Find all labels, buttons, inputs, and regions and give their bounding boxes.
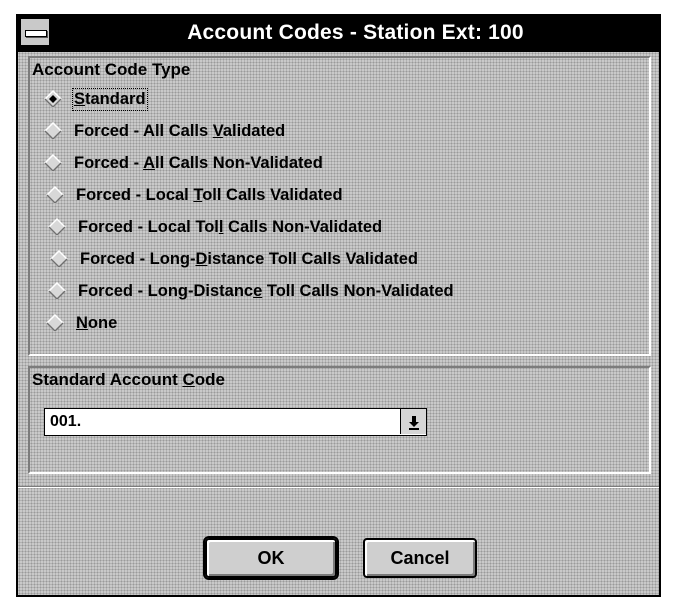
label-text-start: Forced - All Calls (74, 121, 213, 140)
radio-icon[interactable] (44, 154, 62, 172)
label-text-end: alidated (222, 121, 286, 140)
radio-option[interactable]: Forced - Long-Distance Toll Calls Valida… (50, 245, 418, 273)
label-mnemonic: D (195, 249, 208, 268)
standard-account-code-legend: Standard Account Code (32, 370, 225, 390)
label-text-end: tandard (85, 89, 146, 108)
account-code-type-legend: Account Code Type (32, 60, 191, 79)
label-mnemonic: A (143, 153, 155, 172)
radio-option-label: Forced - All Calls Validated (74, 122, 285, 141)
title-bar: Account Codes - Station Ext: 100 (18, 16, 659, 52)
radio-option-label: Forced - Local Toll Calls Non-Validated (78, 218, 382, 237)
radio-option[interactable]: Forced - Long-Distance Toll Calls Non-Va… (48, 277, 454, 305)
radio-option-label: Forced - All Calls Non-Validated (74, 154, 323, 173)
radio-option[interactable]: Forced - Local Toll Calls Non-Validated (48, 213, 382, 241)
dropdown-arrow-button[interactable] (400, 409, 426, 434)
radio-option-label: None (76, 314, 117, 333)
label-mnemonic: S (74, 89, 86, 108)
radio-option-label: Forced - Long-Distance Toll Calls Non-Va… (78, 282, 454, 301)
radio-option[interactable]: Forced - All Calls Non-Validated (44, 149, 323, 177)
radio-option-label: Forced - Local Toll Calls Validated (76, 186, 343, 205)
combobox-value: 001. (50, 413, 82, 430)
label-text-start: Forced - (74, 153, 144, 172)
legend-text-end: ode (194, 370, 226, 389)
radio-selected-icon[interactable] (44, 90, 62, 108)
radio-option-label: Standard (72, 87, 148, 111)
label-text-end: oll Calls Validated (202, 185, 343, 204)
standard-account-code-group: Standard Account Code 001. (28, 366, 651, 474)
label-mnemonic: N (76, 313, 88, 332)
system-menu-button[interactable] (20, 18, 50, 46)
radio-option[interactable]: Forced - Local Toll Calls Validated (46, 181, 343, 209)
radio-option[interactable]: Forced - All Calls Validated (44, 117, 285, 145)
radio-icon[interactable] (46, 314, 64, 332)
label-text-end: one (87, 313, 118, 332)
label-mnemonic: e (253, 281, 263, 300)
button-separator (18, 486, 659, 488)
label-text-end: ll Calls Non-Validated (154, 153, 323, 172)
radio-option[interactable]: None (46, 309, 117, 337)
label-text-start: Forced - Local Tol (78, 217, 219, 236)
radio-icon[interactable] (44, 122, 62, 140)
radio-icon[interactable] (48, 218, 66, 236)
label-text-end: istance Toll Calls Validated (207, 249, 419, 268)
radio-icon[interactable] (48, 282, 66, 300)
system-menu-icon (25, 30, 47, 37)
legend-mnemonic: C (182, 370, 195, 389)
label-mnemonic: T (193, 185, 203, 204)
legend-text: Standard Account (32, 370, 183, 389)
label-text-start: Forced - Long- (80, 249, 196, 268)
label-text-end: Calls Non-Validated (223, 217, 383, 236)
label-text-end: Toll Calls Non-Validated (262, 281, 454, 300)
window-title: Account Codes - Station Ext: 100 (187, 21, 524, 44)
radio-icon[interactable] (46, 186, 64, 204)
label-text-start: Forced - Local (76, 185, 194, 204)
label-text-start: Forced - Long-Distanc (78, 281, 254, 300)
radio-option[interactable]: Standard (44, 85, 148, 113)
account-codes-dialog: Account Codes - Station Ext: 100 Account… (16, 14, 661, 597)
standard-account-code-combobox[interactable]: 001. (44, 408, 427, 436)
cancel-button[interactable]: Cancel (363, 538, 477, 578)
account-code-type-group: Account Code Type Standard Forced - All C… (28, 56, 651, 356)
ok-button[interactable]: OK (203, 536, 339, 580)
label-mnemonic: V (212, 121, 223, 140)
radio-option-label: Forced - Long-Distance Toll Calls Valida… (80, 250, 418, 269)
dropdown-arrow-icon (408, 415, 419, 430)
radio-icon[interactable] (50, 250, 68, 268)
